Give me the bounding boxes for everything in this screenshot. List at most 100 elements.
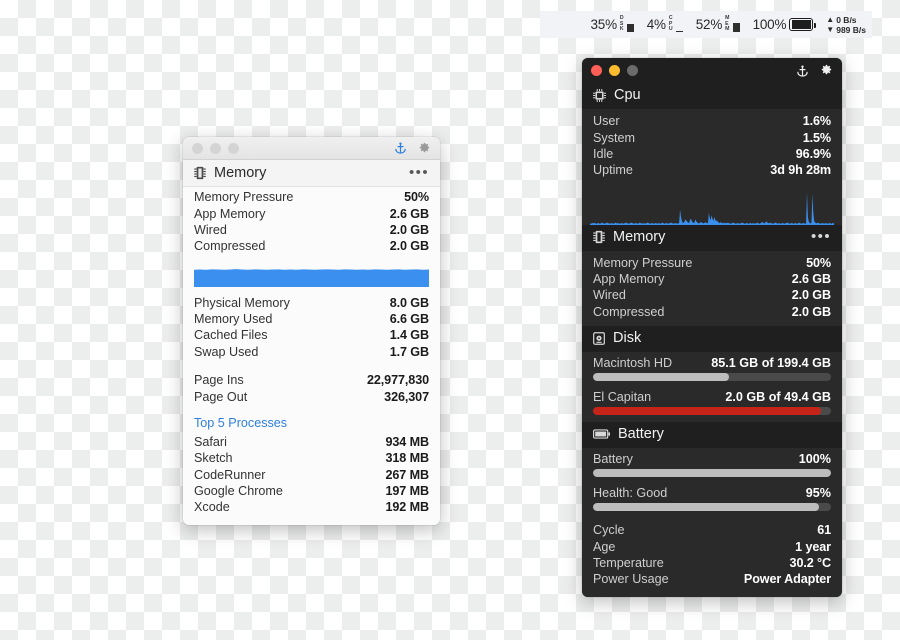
dark-titlebar-actions — [796, 64, 833, 78]
stat-key: Memory Used — [194, 312, 273, 327]
memory-stats: Memory Pressure 50% App Memory 2.6 GB Wi… — [582, 250, 842, 326]
disk-section-title: Disk — [613, 330, 642, 346]
stat-row: Swap Used 1.7 GB — [194, 344, 429, 360]
stat-value: 8.0 GB — [389, 295, 429, 310]
stat-key: System — [593, 130, 635, 145]
volume-row: El Capitan 2.0 GB of 49.4 GB — [593, 390, 831, 407]
stat-key: Age — [593, 539, 616, 554]
battery-health-item: Health: Good 95% — [593, 486, 831, 511]
stat-key: Cycle — [593, 523, 625, 538]
menubar-cpu-percent: 4% — [646, 17, 666, 32]
menubar-item-network[interactable]: ▲ 0 B/s ▼ 989 B/s — [826, 15, 866, 35]
light-window-titlebar[interactable] — [183, 137, 440, 160]
system-monitor-window[interactable]: Cpu User 1.6% System 1.5% Idle 96.9% Upt… — [582, 58, 842, 597]
cpu-section-title: Cpu — [614, 87, 641, 103]
process-row[interactable]: Safari 934 MB — [194, 434, 429, 450]
menubar-item-battery[interactable]: 100% — [752, 17, 817, 32]
menubar-battery-percent: 100% — [752, 17, 787, 32]
volume-item[interactable]: El Capitan 2.0 GB of 49.4 GB — [593, 390, 831, 415]
volume-progress-fill — [593, 407, 822, 415]
process-row[interactable]: Sketch 318 MB — [194, 450, 429, 466]
process-name: CodeRunner — [194, 467, 266, 482]
stat-key: Cached Files — [194, 328, 268, 343]
anchor-icon[interactable] — [394, 141, 407, 155]
memory-overflow-menu[interactable]: ••• — [811, 229, 831, 244]
stat-row: Page Out 326,307 — [194, 388, 429, 404]
stat-key: Memory Pressure — [194, 190, 294, 205]
top-processes-title[interactable]: Top 5 Processes — [183, 409, 440, 432]
stat-row: System 1.5% — [593, 129, 831, 145]
close-button[interactable] — [192, 142, 203, 154]
stat-row: Cached Files 1.4 GB — [194, 327, 429, 343]
battery-health-progress-fill — [593, 503, 820, 511]
menubar-disk-label: DSK — [619, 15, 624, 33]
gear-icon[interactable] — [820, 64, 833, 77]
stat-key: App Memory — [593, 272, 665, 287]
stat-key: Swap Used — [194, 344, 259, 359]
volume-progress-bar — [593, 373, 831, 381]
process-name: Safari — [194, 434, 227, 449]
battery-progress-bar — [593, 469, 831, 477]
stat-value: 2.6 GB — [389, 206, 429, 221]
zoom-button[interactable] — [627, 65, 638, 76]
process-memory: 192 MB — [385, 500, 430, 515]
battery-health-progress-bar — [593, 503, 831, 511]
cpu-section-header: Cpu — [582, 83, 842, 109]
process-row[interactable]: Google Chrome 197 MB — [194, 483, 429, 499]
stat-row: Power Usage Power Adapter — [593, 571, 831, 587]
stat-value: 326,307 — [384, 389, 429, 404]
stat-value: 2.6 GB — [791, 272, 831, 287]
gear-icon[interactable] — [418, 142, 431, 155]
minimize-button[interactable] — [210, 142, 221, 154]
close-button[interactable] — [591, 65, 602, 76]
menubar-item-disk[interactable]: 35% DSK — [590, 15, 634, 33]
top-processes-list: Safari 934 MB Sketch 318 MB CodeRunner 2… — [183, 432, 440, 525]
battery-section-title: Battery — [618, 426, 664, 442]
memory-overflow-menu[interactable]: ••• — [409, 165, 429, 180]
stat-key: Physical Memory — [194, 295, 290, 310]
stat-value: 22,977,830 — [366, 373, 429, 388]
dark-window-titlebar[interactable] — [582, 58, 842, 83]
volume-usage: 85.1 GB of 199.4 GB — [711, 356, 831, 370]
volume-row: Macintosh HD 85.1 GB of 199.4 GB — [593, 356, 831, 373]
process-memory: 267 MB — [385, 467, 430, 482]
volume-item[interactable]: Macintosh HD 85.1 GB of 199.4 GB — [593, 356, 831, 381]
anchor-icon[interactable] — [796, 64, 809, 78]
stat-key: Memory Pressure — [593, 255, 693, 270]
process-name: Google Chrome — [194, 484, 283, 499]
traffic-lights — [591, 65, 638, 76]
memory-section-title: Memory — [613, 228, 666, 245]
stat-value: 1.5% — [802, 130, 831, 145]
battery-health-label: Health: Good — [593, 486, 668, 500]
zoom-button[interactable] — [228, 142, 239, 154]
stat-value: 96.9% — [795, 146, 831, 161]
process-row[interactable]: CodeRunner 267 MB — [194, 467, 429, 483]
menubar-item-memory[interactable]: 52% MEM — [696, 15, 740, 32]
disk-icon — [593, 331, 605, 345]
menubar-item-cpu[interactable]: 4% CPU — [646, 15, 683, 33]
menubar-cpu-label: CPU — [668, 15, 673, 33]
network-download: ▼ 989 B/s — [826, 25, 866, 35]
memory-section-header: Memory ••• — [582, 224, 842, 251]
battery-charging-icon — [789, 18, 817, 31]
light-titlebar-actions — [394, 141, 431, 155]
memory-window[interactable]: Memory ••• Memory Pressure 50% App Memor… — [183, 137, 440, 525]
stat-value: 1.6% — [802, 114, 831, 129]
stat-key: Page Out — [194, 389, 248, 404]
process-row[interactable]: Xcode 192 MB — [194, 499, 429, 515]
stat-value: 1 year — [795, 539, 831, 554]
stat-row: Memory Used 6.6 GB — [194, 311, 429, 327]
battery-health-value: 95% — [805, 486, 831, 500]
minimize-button[interactable] — [609, 65, 620, 76]
stat-value: 30.2 °C — [789, 555, 832, 570]
stat-row: App Memory 2.6 GB — [593, 271, 831, 287]
stat-key: Wired — [593, 288, 626, 303]
memory-top-stats: Memory Pressure 50% App Memory 2.6 GB Wi… — [183, 187, 440, 259]
cpu-stats: User 1.6% System 1.5% Idle 96.9% Uptime … — [582, 109, 842, 185]
process-name: Xcode — [194, 500, 230, 515]
stat-value: 2.0 GB — [791, 288, 831, 303]
network-download-value: 989 B/s — [836, 24, 866, 35]
traffic-lights — [192, 142, 239, 154]
